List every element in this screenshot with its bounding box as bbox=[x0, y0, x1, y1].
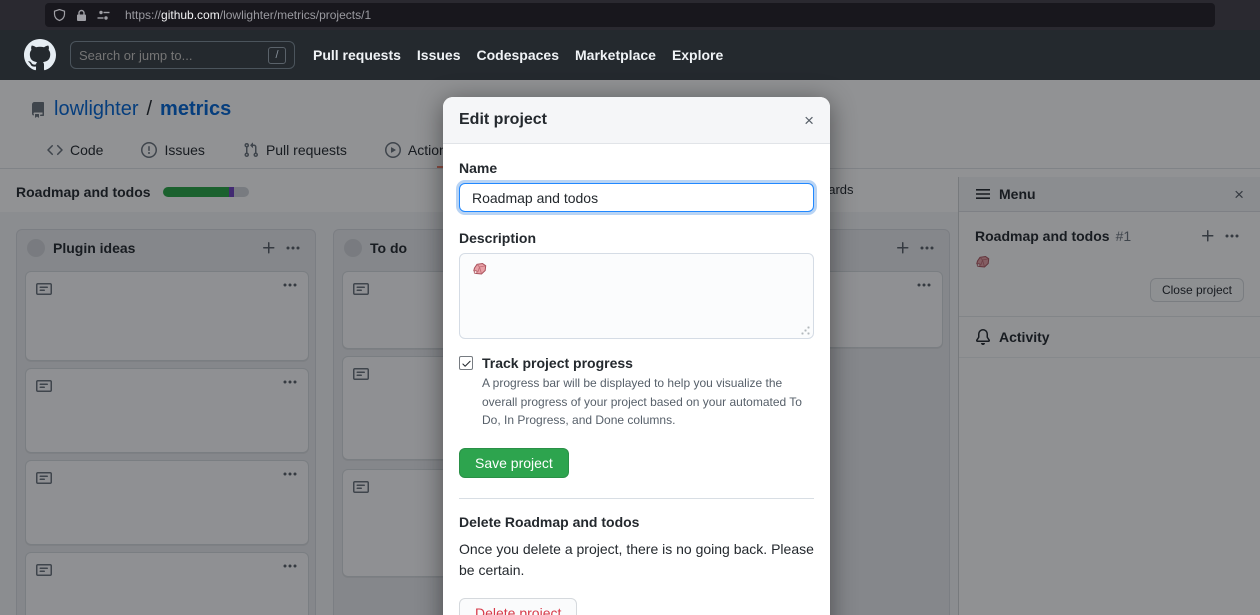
track-progress-note: A progress bar will be displayed to help… bbox=[482, 374, 818, 430]
dialog-body: Name Description Track project progress … bbox=[443, 144, 830, 615]
dialog-header: Edit project × bbox=[443, 97, 830, 144]
url-bar[interactable]: https://github.com/lowlighter/metrics/pr… bbox=[45, 3, 1215, 27]
global-search[interactable]: / bbox=[70, 41, 295, 69]
project-name-input[interactable] bbox=[459, 183, 814, 212]
nav-issues[interactable]: Issues bbox=[417, 47, 461, 63]
dialog-divider bbox=[459, 498, 814, 499]
check-icon bbox=[461, 358, 472, 369]
track-progress-label: Track project progress bbox=[482, 355, 633, 371]
delete-section-heading: Delete Roadmap and todos bbox=[459, 514, 814, 530]
project-description-textarea[interactable] bbox=[459, 253, 814, 339]
delete-project-button[interactable]: Delete project bbox=[459, 598, 577, 615]
browser-toolbar: https://github.com/lowlighter/metrics/pr… bbox=[0, 0, 1260, 30]
nav-pull-requests[interactable]: Pull requests bbox=[313, 47, 401, 63]
github-header: / Pull requests Issues Codespaces Market… bbox=[0, 30, 1260, 80]
github-logo-icon[interactable] bbox=[24, 39, 56, 71]
nav-codespaces[interactable]: Codespaces bbox=[477, 47, 559, 63]
edit-project-dialog: Edit project × Name Description Track pr… bbox=[443, 97, 830, 615]
save-project-button[interactable]: Save project bbox=[459, 448, 569, 478]
site-permissions-icon[interactable] bbox=[97, 9, 110, 22]
search-input[interactable] bbox=[79, 48, 268, 63]
nav-marketplace[interactable]: Marketplace bbox=[575, 47, 656, 63]
page-url: https://github.com/lowlighter/metrics/pr… bbox=[125, 8, 371, 22]
search-shortcut-badge: / bbox=[268, 47, 286, 64]
track-progress-checkbox[interactable] bbox=[459, 356, 473, 370]
https-lock-icon[interactable] bbox=[75, 9, 88, 22]
tracking-protection-shield-icon[interactable] bbox=[53, 9, 66, 22]
header-nav: Pull requests Issues Codespaces Marketpl… bbox=[313, 47, 723, 63]
delete-warning-text: Once you delete a project, there is no g… bbox=[459, 539, 814, 582]
description-label: Description bbox=[459, 230, 814, 246]
textarea-resize-handle[interactable] bbox=[801, 326, 810, 335]
nav-explore[interactable]: Explore bbox=[672, 47, 723, 63]
dialog-title: Edit project bbox=[459, 111, 804, 129]
close-dialog-button[interactable]: × bbox=[804, 112, 814, 129]
name-label: Name bbox=[459, 160, 814, 176]
meat-on-bone-emoji-icon bbox=[472, 262, 487, 276]
